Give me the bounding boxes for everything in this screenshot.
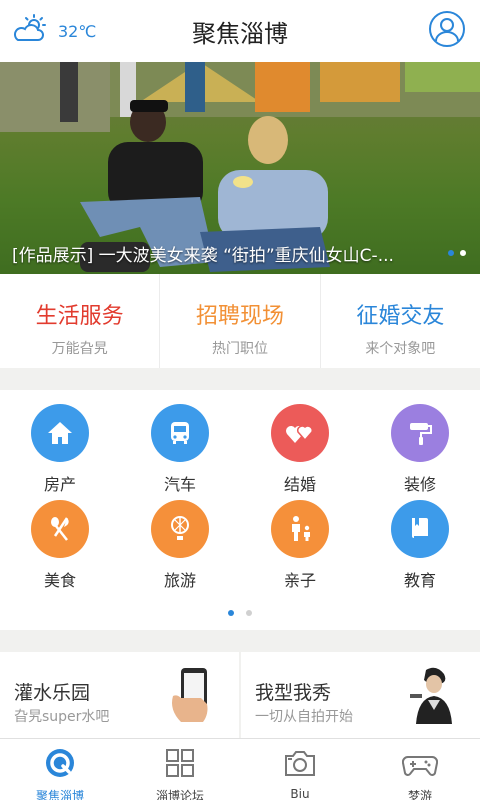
service-dating[interactable]: 征婚交友 来个对象吧	[321, 274, 480, 368]
feature-water-park[interactable]: 灌水乐园 旮旯super水吧	[0, 652, 241, 738]
banner-caption[interactable]: [作品展示] 一大波美女来袭 “街拍”重庆仙女山C-...	[12, 241, 420, 266]
bottom-tab-bar: 聚焦淄博 淄博论坛 Biu 梦游	[0, 738, 480, 800]
app-header: 32℃ 聚焦淄博	[0, 0, 480, 62]
section-divider	[0, 630, 480, 652]
feature-subtitle: 一切从自拍开始	[255, 709, 353, 725]
section-divider	[0, 368, 480, 390]
category-parenting[interactable]: 亲子	[240, 500, 360, 591]
banner-dot[interactable]	[460, 250, 466, 256]
tab-biu[interactable]: Biu	[240, 739, 360, 800]
feature-title: 我型我秀	[255, 682, 332, 704]
house-icon	[31, 404, 89, 462]
category-label: 旅游	[163, 571, 196, 590]
category-wedding[interactable]: 结婚	[240, 404, 360, 495]
smartphone-in-hand-icon	[172, 668, 208, 722]
pager-dot-active[interactable]	[228, 610, 234, 616]
category-food[interactable]: 美食	[0, 500, 120, 591]
photo-banner[interactable]: [作品展示] 一大波美女来袭 “街拍”重庆仙女山C-...	[0, 62, 480, 274]
category-label: 结婚	[283, 475, 316, 494]
user-avatar-icon	[428, 11, 466, 52]
tab-label: 淄博论坛	[155, 789, 204, 800]
paint-roller-icon	[391, 404, 449, 462]
tab-label: Biu	[290, 787, 310, 800]
pager-dot[interactable]	[246, 610, 252, 616]
category-label: 教育	[403, 571, 436, 590]
category-education[interactable]: 教育	[360, 500, 480, 591]
book-icon	[391, 500, 449, 558]
category-house[interactable]: 房产	[0, 404, 120, 495]
feature-title: 灌水乐园	[14, 682, 91, 704]
bus-icon	[151, 404, 209, 462]
feature-subtitle: 旮旯super水吧	[14, 709, 110, 725]
service-subtitle: 来个对象吧	[365, 341, 436, 357]
service-subtitle: 热门职位	[211, 341, 268, 357]
feature-selfie-show[interactable]: 我型我秀 一切从自拍开始	[241, 652, 480, 738]
hot-air-balloon-icon	[151, 500, 209, 558]
selfie-person-icon	[410, 667, 452, 724]
feature-tiles: 灌水乐园 旮旯super水吧 我型我秀 一切从自拍开始	[0, 652, 480, 738]
tab-home[interactable]: 聚焦淄博	[0, 739, 120, 800]
category-pager	[0, 610, 480, 616]
tab-games[interactable]: 梦游	[360, 739, 480, 800]
grid-icon	[164, 749, 196, 783]
service-title: 生活服务	[35, 304, 124, 329]
camera-icon	[283, 751, 317, 783]
logo-q-icon	[44, 749, 76, 783]
category-label: 亲子	[283, 571, 316, 590]
hearts-icon	[271, 404, 329, 462]
category-label: 装修	[403, 475, 436, 494]
tab-label: 聚焦淄博	[35, 789, 84, 800]
spoon-knife-icon	[31, 500, 89, 558]
service-subtitle: 万能旮旯	[51, 341, 108, 357]
tab-label: 梦游	[407, 789, 432, 800]
parent-child-icon	[271, 500, 329, 558]
banner-pager	[448, 250, 466, 256]
service-jobs[interactable]: 招聘现场 热门职位	[160, 274, 321, 368]
service-title: 征婚交友	[356, 304, 445, 329]
page-title: 聚焦淄博	[192, 20, 288, 48]
category-label: 房产	[43, 475, 76, 494]
user-profile-button[interactable]	[428, 10, 466, 48]
service-life[interactable]: 生活服务 万能旮旯	[0, 274, 161, 368]
banner-dot-active[interactable]	[448, 250, 454, 256]
tab-forum[interactable]: 淄博论坛	[120, 739, 240, 800]
category-car[interactable]: 汽车	[120, 404, 240, 495]
category-label: 美食	[43, 571, 76, 590]
service-title: 招聘现场	[195, 304, 284, 329]
gamepad-icon	[401, 756, 439, 783]
category-grid: 房产 汽车 结婚 装修 美食 旅游 亲子 教育	[0, 390, 480, 630]
category-decoration[interactable]: 装修	[360, 404, 480, 495]
service-cards: 生活服务 万能旮旯 招聘现场 热门职位 征婚交友 来个对象吧	[0, 274, 480, 368]
category-label: 汽车	[163, 475, 196, 494]
category-travel[interactable]: 旅游	[120, 500, 240, 591]
